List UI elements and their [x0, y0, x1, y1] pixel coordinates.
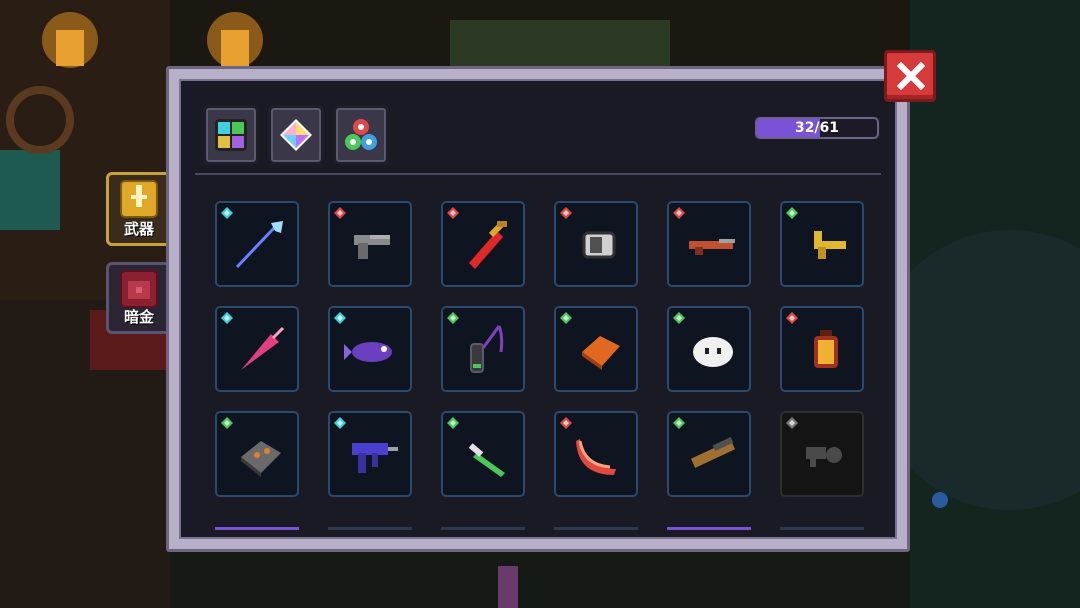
- tab-dark-gold-label: 暗金: [123, 308, 154, 326]
- chest-icon: [120, 270, 158, 308]
- brick-icon: [582, 336, 620, 370]
- header-divider: [195, 173, 881, 175]
- pink-lance-icon: [241, 326, 285, 370]
- item-slot[interactable]: [780, 201, 864, 287]
- item-slot[interactable]: [667, 306, 751, 392]
- diamond-gem-icon: [280, 119, 312, 151]
- item-slot-partial: [780, 527, 864, 538]
- item-slot[interactable]: [780, 306, 864, 392]
- stone-block-icon: [241, 441, 281, 477]
- item-slot[interactable]: [441, 411, 525, 497]
- pistol-icon: [354, 235, 390, 259]
- boomerang-icon: [576, 439, 616, 475]
- lantern-icon: [814, 330, 838, 368]
- spear-icon: [235, 221, 283, 269]
- item-slot[interactable]: [328, 411, 412, 497]
- item-slot[interactable]: [215, 201, 299, 287]
- item-slot-partial: [328, 527, 412, 538]
- close-button[interactable]: [884, 50, 936, 102]
- tab-diamond-gem[interactable]: [268, 105, 324, 165]
- green-dagger-icon: [468, 443, 505, 477]
- item-slot[interactable]: [554, 411, 638, 497]
- gauntlet-icon: [582, 231, 616, 259]
- red-sword-icon: [469, 221, 507, 269]
- item-slot[interactable]: [780, 411, 864, 497]
- item-slot-partial: [554, 527, 638, 538]
- fish-gun-icon: [344, 342, 392, 362]
- grid-tiles-icon: [215, 119, 247, 151]
- rifle-icon: [689, 239, 735, 255]
- collection-progress: 32/61: [755, 117, 879, 139]
- tab-weapons[interactable]: 武器: [106, 172, 172, 246]
- item-slot[interactable]: [554, 201, 638, 287]
- tab-grid-tiles[interactable]: [203, 105, 259, 165]
- tab-dark-gold[interactable]: 暗金: [106, 262, 172, 334]
- item-slot[interactable]: [328, 201, 412, 287]
- item-slot-partial: [441, 527, 525, 538]
- item-slot[interactable]: [328, 306, 412, 392]
- collection-panel-inner: 32/61: [179, 79, 897, 539]
- collection-progress-text: 32/61: [794, 120, 840, 136]
- item-slot-partial: [667, 527, 751, 538]
- close-icon: [897, 62, 925, 90]
- weapon-icon: [120, 180, 158, 218]
- shotgun-icon: [690, 437, 736, 468]
- smg-icon: [352, 443, 398, 473]
- item-slot[interactable]: [667, 201, 751, 287]
- item-slot[interactable]: [667, 411, 751, 497]
- item-slot-partial: [215, 527, 299, 538]
- tab-weapons-label: 武器: [123, 220, 154, 238]
- orbs-icon: [345, 119, 377, 150]
- whip-icon: [470, 325, 504, 373]
- locked-weapon-icon: [806, 447, 842, 467]
- item-slot[interactable]: [554, 306, 638, 392]
- item-slot[interactable]: [215, 306, 299, 392]
- gold-key-gun-icon: [814, 231, 846, 259]
- dumpling-icon: [693, 337, 733, 367]
- item-slot[interactable]: [215, 411, 299, 497]
- tab-orbs[interactable]: [333, 105, 389, 165]
- item-slot[interactable]: [441, 201, 525, 287]
- item-slot[interactable]: [441, 306, 525, 392]
- collection-panel: 32/61: [166, 66, 910, 552]
